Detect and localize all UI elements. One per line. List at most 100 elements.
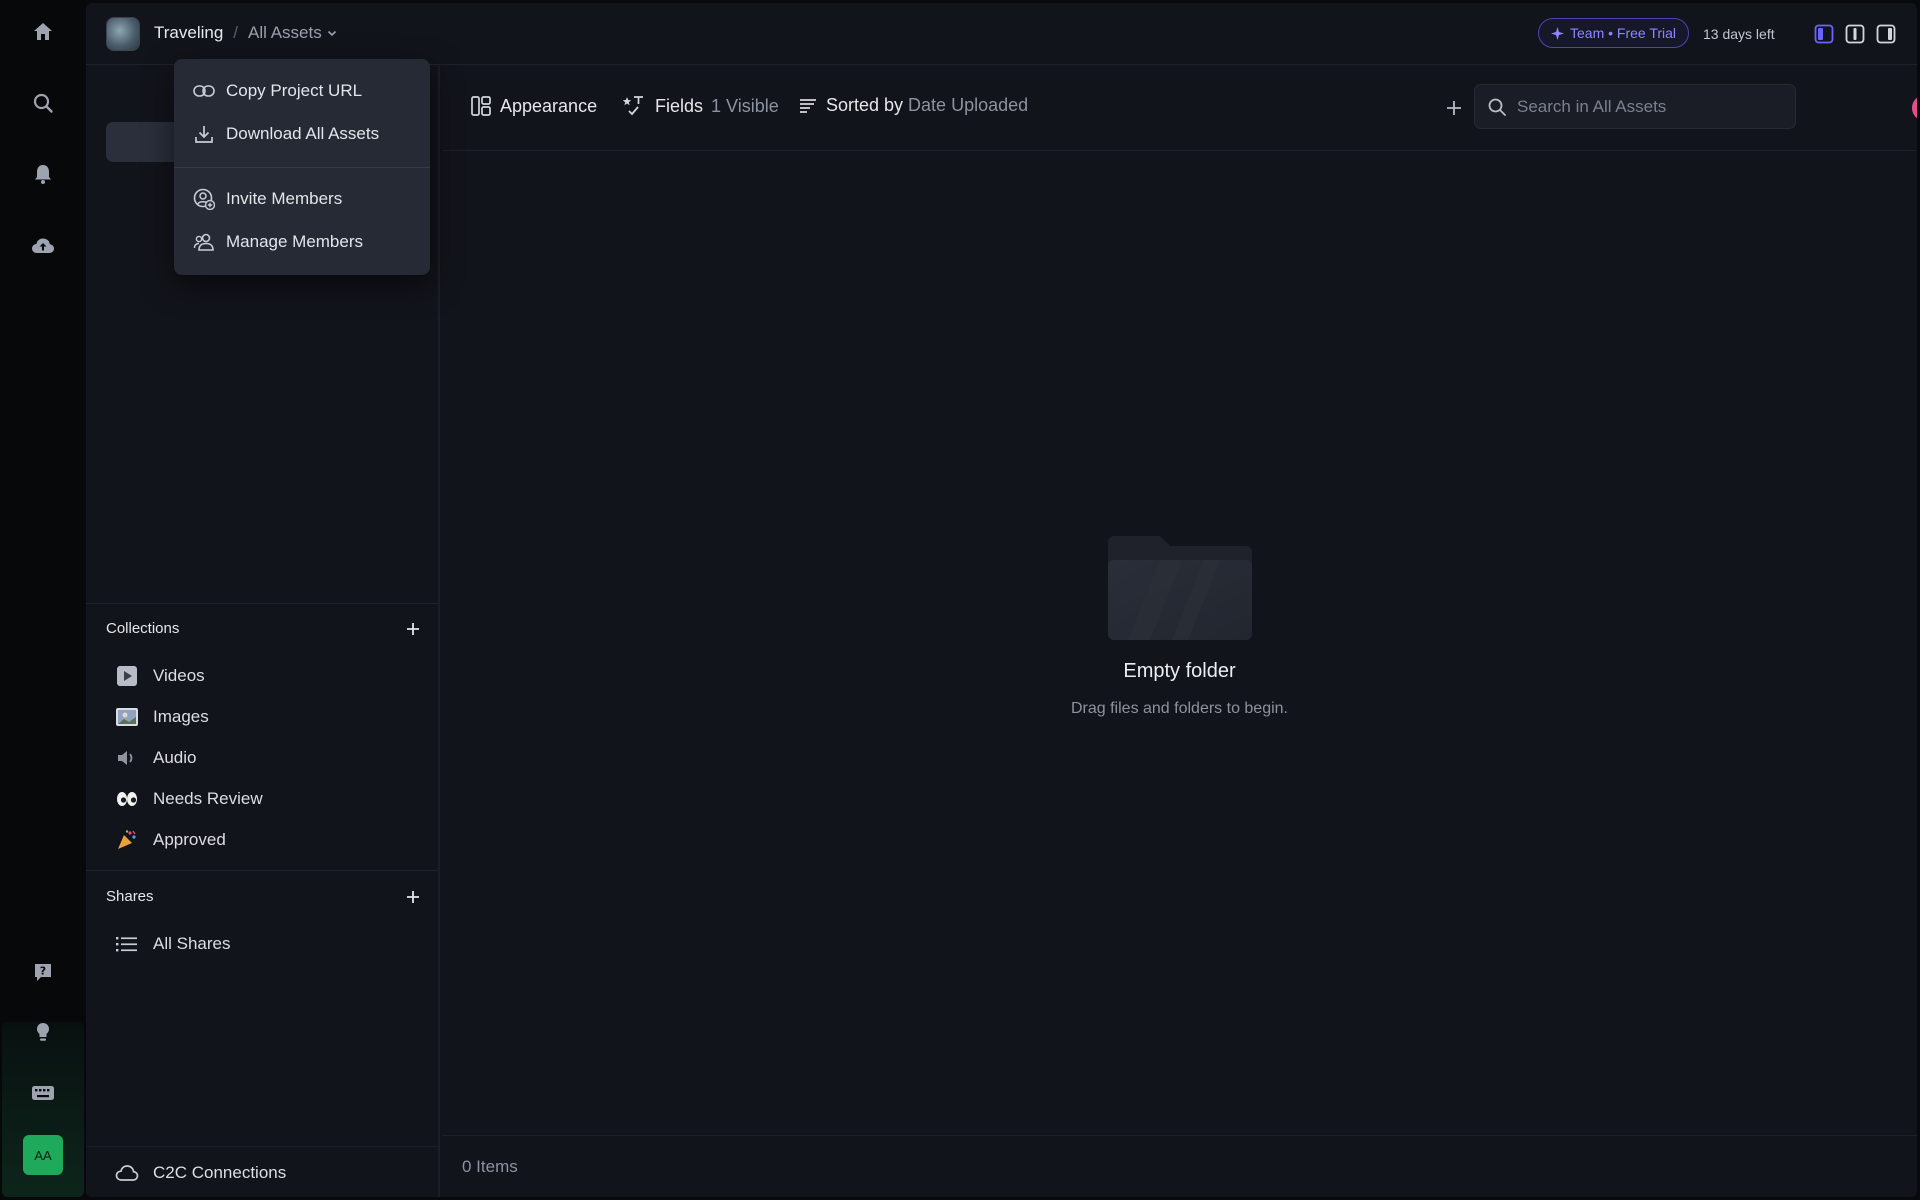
breadcrumb: Traveling / All Assets bbox=[154, 23, 338, 43]
menu-item-manage-members[interactable]: Manage Members bbox=[182, 224, 422, 260]
shares-title: Shares bbox=[106, 888, 154, 905]
home-button[interactable] bbox=[23, 12, 63, 52]
add-share-button[interactable] bbox=[403, 887, 423, 907]
fields-label: Fields bbox=[655, 95, 704, 116]
sort-button[interactable]: Sorted by Date Uploaded bbox=[798, 95, 1028, 116]
divider bbox=[86, 1146, 438, 1147]
ideas-button[interactable] bbox=[23, 1012, 63, 1052]
toggle-left-panel-button[interactable] bbox=[1814, 24, 1834, 44]
sparkle-icon bbox=[1551, 26, 1564, 40]
breadcrumb-separator: / bbox=[233, 23, 239, 42]
list-icon bbox=[115, 932, 139, 956]
search-icon bbox=[31, 91, 55, 115]
sidebar-item-label: Videos bbox=[153, 666, 205, 685]
divider bbox=[86, 870, 438, 871]
home-icon bbox=[31, 20, 55, 44]
sidebar-item-images[interactable]: Images bbox=[106, 698, 420, 736]
link-icon bbox=[192, 79, 216, 103]
user-avatar[interactable]: AA bbox=[23, 1135, 63, 1175]
search-input[interactable] bbox=[1517, 96, 1777, 117]
status-bar: 0 Items bbox=[442, 1135, 1917, 1197]
plus-icon bbox=[1442, 96, 1466, 120]
sidebar-item-videos[interactable]: Videos bbox=[106, 657, 420, 695]
plus-icon bbox=[406, 890, 420, 904]
speaker-icon bbox=[115, 746, 139, 770]
image-icon bbox=[115, 705, 139, 729]
breadcrumb-project[interactable]: Traveling bbox=[154, 23, 223, 43]
sidebar-item-needs-review[interactable]: Needs Review bbox=[106, 780, 420, 818]
sidebar-item-label: All Shares bbox=[153, 934, 231, 953]
c2c-connections-label: C2C Connections bbox=[153, 1163, 287, 1182]
layout-icon bbox=[470, 95, 492, 117]
sort-lines-icon bbox=[798, 96, 818, 116]
trial-badge-label: Team • Free Trial bbox=[1570, 25, 1677, 41]
play-icon bbox=[115, 664, 139, 688]
members-group[interactable]: AS 1 bbox=[1910, 92, 1917, 124]
add-collection-button[interactable] bbox=[403, 619, 423, 639]
user-initials: AA bbox=[34, 1147, 52, 1163]
project-dropdown-menu: Copy Project URL Download All Assets Inv… bbox=[174, 59, 430, 275]
invite-user-icon bbox=[192, 187, 216, 211]
sidebar-item-label: Images bbox=[153, 707, 209, 726]
content-toolbar: Appearance Fields 1 Visible Sorted by Da… bbox=[442, 66, 1917, 151]
fields-icon bbox=[623, 95, 647, 117]
chevron-down-icon bbox=[326, 27, 338, 39]
sidebar-item-all-shares[interactable]: All Shares bbox=[106, 925, 420, 963]
menu-item-download-all-assets[interactable]: Download All Assets bbox=[182, 116, 422, 152]
menu-item-label: Copy Project URL bbox=[226, 81, 363, 100]
sidebar-item-approved[interactable]: Approved bbox=[106, 821, 420, 859]
fields-value: 1 Visible bbox=[711, 95, 779, 116]
add-asset-button[interactable] bbox=[1442, 96, 1466, 120]
fields-button[interactable]: Fields 1 Visible bbox=[623, 95, 779, 117]
c2c-connections-button[interactable]: C2C Connections bbox=[106, 1151, 420, 1195]
sidebar-item-label: Audio bbox=[153, 748, 197, 767]
menu-item-label: Download All Assets bbox=[226, 124, 380, 143]
search-button[interactable] bbox=[23, 83, 63, 123]
trial-badge[interactable]: Team • Free Trial bbox=[1538, 18, 1690, 48]
sort-value: Date Uploaded bbox=[908, 95, 1029, 115]
main-window: Traveling / All Assets Team • Free Trial… bbox=[86, 3, 1917, 1197]
divider bbox=[174, 167, 430, 168]
breadcrumb-current-dropdown[interactable]: All Assets bbox=[248, 23, 338, 43]
plus-icon bbox=[406, 622, 420, 636]
notifications-button[interactable] bbox=[23, 154, 63, 194]
sidebar-item-audio[interactable]: Audio bbox=[106, 739, 420, 777]
member-avatar[interactable]: AS bbox=[1910, 93, 1917, 123]
left-panel-icon bbox=[1814, 24, 1834, 44]
search-box[interactable] bbox=[1474, 84, 1796, 129]
empty-state: Empty folder Drag files and folders to b… bbox=[442, 536, 1917, 718]
menu-item-invite-members[interactable]: Invite Members bbox=[182, 181, 422, 217]
appearance-button[interactable]: Appearance bbox=[470, 95, 597, 117]
collections-title: Collections bbox=[106, 620, 180, 637]
bell-icon bbox=[31, 162, 55, 186]
sidebar-item-label: Needs Review bbox=[153, 789, 263, 808]
toggle-right-panel-button[interactable] bbox=[1876, 24, 1896, 44]
items-count: 0 Items bbox=[462, 1157, 518, 1176]
keyboard-shortcuts-button[interactable] bbox=[23, 1073, 63, 1113]
cloud-icon bbox=[115, 1161, 139, 1185]
keyboard-icon bbox=[30, 1081, 56, 1105]
cloud-upload-icon bbox=[30, 234, 56, 258]
svg-text:?: ? bbox=[40, 965, 46, 978]
project-thumbnail[interactable] bbox=[106, 17, 140, 51]
folder-icon bbox=[1107, 536, 1252, 640]
download-icon bbox=[192, 122, 216, 146]
empty-state-title: Empty folder bbox=[1123, 660, 1236, 682]
menu-item-copy-project-url[interactable]: Copy Project URL bbox=[182, 73, 422, 109]
lightbulb-icon bbox=[31, 1020, 55, 1044]
app-rail: ? AA bbox=[0, 0, 86, 1200]
search-icon bbox=[1487, 97, 1507, 117]
top-bar: Traveling / All Assets Team • Free Trial… bbox=[86, 3, 1917, 65]
content-area: Appearance Fields 1 Visible Sorted by Da… bbox=[442, 66, 1917, 1197]
divider bbox=[86, 603, 438, 604]
menu-item-label: Manage Members bbox=[226, 232, 364, 251]
help-button[interactable]: ? bbox=[23, 952, 63, 992]
upload-button[interactable] bbox=[23, 226, 63, 266]
appearance-label: Appearance bbox=[500, 95, 598, 116]
sidebar-item-label: Approved bbox=[153, 830, 226, 849]
party-popper-icon bbox=[115, 828, 139, 852]
toggle-center-panel-button[interactable] bbox=[1845, 24, 1865, 44]
help-icon: ? bbox=[31, 960, 55, 984]
right-panel-icon bbox=[1876, 24, 1896, 44]
center-panel-icon bbox=[1845, 24, 1865, 44]
